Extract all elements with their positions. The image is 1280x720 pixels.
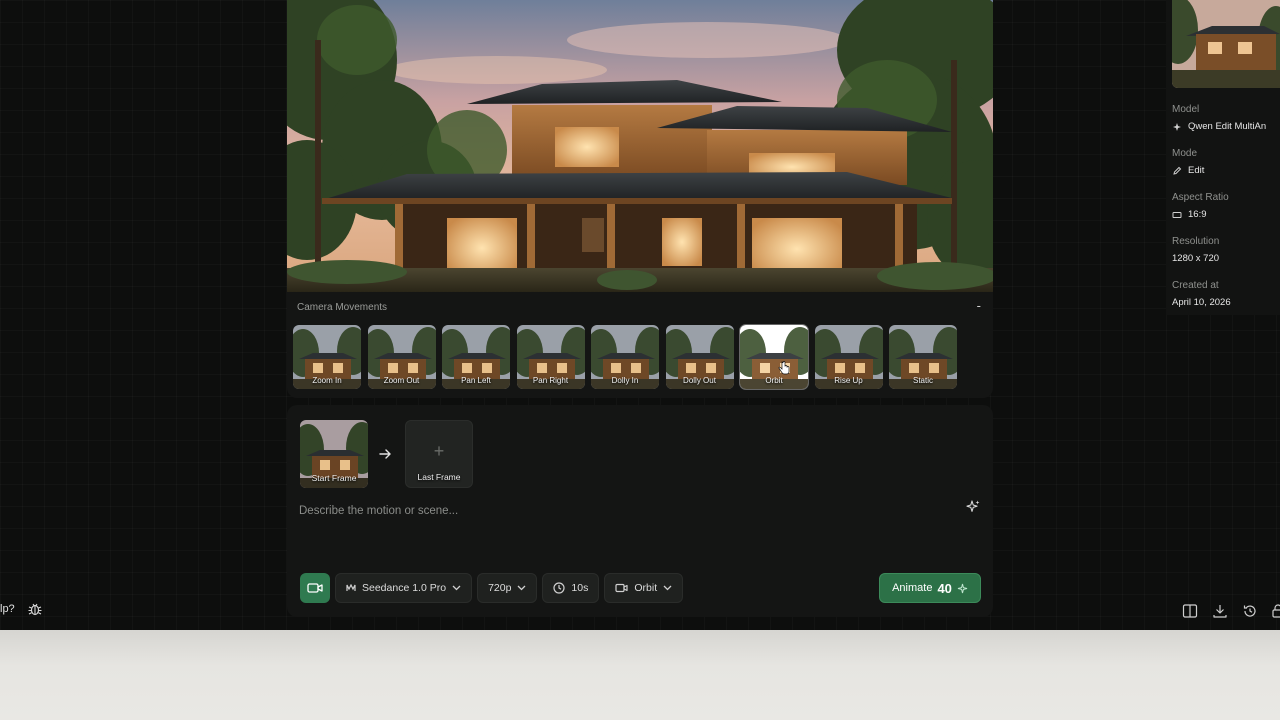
camera-movements-panel: Camera Movements - Zoom In Zoom Out Pan … (287, 292, 993, 398)
movement-label: Dolly In (611, 376, 639, 385)
history-icon[interactable] (1242, 603, 1258, 619)
video-mode-button[interactable] (300, 573, 330, 603)
movement-orbit[interactable]: Orbit (739, 324, 809, 390)
created-at-label: Created at (1172, 280, 1219, 291)
movement-pan-left[interactable]: Pan Left (442, 325, 510, 389)
house-scene (287, 0, 993, 292)
model-logo-icon (346, 584, 356, 591)
model-value: Qwen Edit MultiAn (1188, 121, 1267, 132)
help-link[interactable]: lp? (0, 603, 15, 615)
arrow-right-icon (379, 449, 391, 459)
model-icon (1173, 122, 1181, 131)
aspect-ratio-icon (1172, 211, 1182, 218)
duration-select-label: 10s (571, 582, 589, 594)
resolution-label: Resolution (1172, 236, 1220, 247)
chevron-down-icon (663, 585, 672, 591)
mode-value: Edit (1188, 165, 1205, 176)
chevron-down-icon (517, 585, 526, 591)
mode-label: Mode (1172, 148, 1198, 159)
movement-label: Zoom In (312, 376, 342, 385)
movement-label: Pan Right (532, 376, 569, 385)
aspect-ratio-label: Aspect Ratio (1172, 192, 1229, 203)
aspect-ratio-value-row: 16:9 (1172, 209, 1229, 220)
movement-dolly-in[interactable]: Dolly In (591, 325, 659, 389)
generated-image[interactable] (287, 0, 993, 292)
hand-cursor-icon (778, 361, 790, 375)
lock-icon[interactable] (1270, 603, 1280, 619)
camera-movement-label: Orbit (634, 582, 658, 594)
model-value-row: Qwen Edit MultiAn (1172, 121, 1266, 132)
info-mode: Mode Edit (1172, 148, 1204, 176)
animate-cost: 40 (937, 580, 952, 596)
movement-list: Zoom In Zoom Out Pan Left Pan Right Doll… (293, 324, 957, 390)
last-frame-label: Last Frame (417, 472, 461, 482)
movement-zoom-in[interactable]: Zoom In (293, 325, 361, 389)
composer-toolbar: Seedance 1.0 Pro 720p 10s Orbit (300, 573, 684, 603)
aspect-ratio-value: 16:9 (1188, 209, 1207, 220)
model-select-label: Seedance 1.0 Pro (362, 582, 447, 594)
camera-movement-select[interactable]: Orbit (604, 573, 684, 603)
movement-dolly-out[interactable]: Dolly Out (665, 325, 734, 389)
duration-select[interactable]: 10s (542, 573, 600, 603)
resolution-select-label: 720p (488, 582, 512, 594)
movement-label: Static (912, 376, 933, 385)
clock-icon (553, 582, 566, 594)
info-model: Model Qwen Edit MultiAn (1172, 104, 1266, 132)
info-resolution: Resolution 1280 x 720 (1172, 236, 1219, 264)
video-camera-icon (615, 583, 628, 593)
movement-label: Orbit (765, 376, 783, 385)
download-icon[interactable] (1212, 603, 1228, 619)
movement-label: Dolly Out (683, 376, 716, 385)
info-thumbnail-image (1172, 0, 1280, 88)
bottom-backdrop (0, 630, 1280, 720)
panel-title: Camera Movements (297, 302, 388, 313)
model-label: Model (1172, 104, 1200, 115)
chevron-down-icon (452, 585, 461, 591)
movement-zoom-out[interactable]: Zoom Out (367, 325, 436, 389)
model-select[interactable]: Seedance 1.0 Pro (335, 573, 473, 603)
movement-label: Pan Left (461, 376, 491, 385)
plus-icon: + (433, 441, 445, 461)
enhance-sparkle-icon[interactable] (965, 499, 981, 515)
movement-pan-right[interactable]: Pan Right (516, 325, 585, 389)
split-view-icon[interactable] (1182, 603, 1198, 619)
video-composer: Start Frame + Last Frame Seedance 1.0 Pr… (287, 405, 993, 617)
movement-static[interactable]: Static (889, 325, 957, 389)
created-at-value: April 10, 2026 (1172, 297, 1231, 308)
image-info-panel: Model Qwen Edit MultiAn Mode Edit Aspect… (1166, 0, 1280, 315)
mode-value-row: Edit (1172, 165, 1204, 176)
video-camera-icon (307, 583, 323, 593)
bug-report-icon[interactable] (27, 601, 43, 617)
collapse-button[interactable]: - (977, 298, 981, 313)
movement-label: Zoom Out (383, 376, 420, 385)
movement-label: Rise Up (834, 376, 863, 385)
pencil-icon (1173, 166, 1182, 175)
animate-label: Animate (892, 582, 933, 594)
motion-prompt-input[interactable] (299, 501, 939, 521)
start-frame[interactable]: Start Frame (300, 420, 368, 488)
app-canvas: Camera Movements - Zoom In Zoom Out Pan … (0, 0, 1280, 630)
last-frame-slot[interactable]: + Last Frame (405, 420, 473, 488)
start-frame-label: Start Frame (311, 473, 357, 483)
resolution-value: 1280 x 720 (1172, 253, 1220, 264)
info-aspect-ratio: Aspect Ratio 16:9 (1172, 192, 1229, 220)
sparkle-icon (957, 583, 968, 593)
movement-rise-up[interactable]: Rise Up (814, 325, 883, 389)
resolution-select[interactable]: 720p (477, 573, 538, 603)
image-info-thumbnail[interactable] (1172, 0, 1280, 88)
info-created-at: Created at April 10, 2026 (1172, 280, 1231, 308)
animate-button[interactable]: Animate 40 (879, 573, 981, 603)
